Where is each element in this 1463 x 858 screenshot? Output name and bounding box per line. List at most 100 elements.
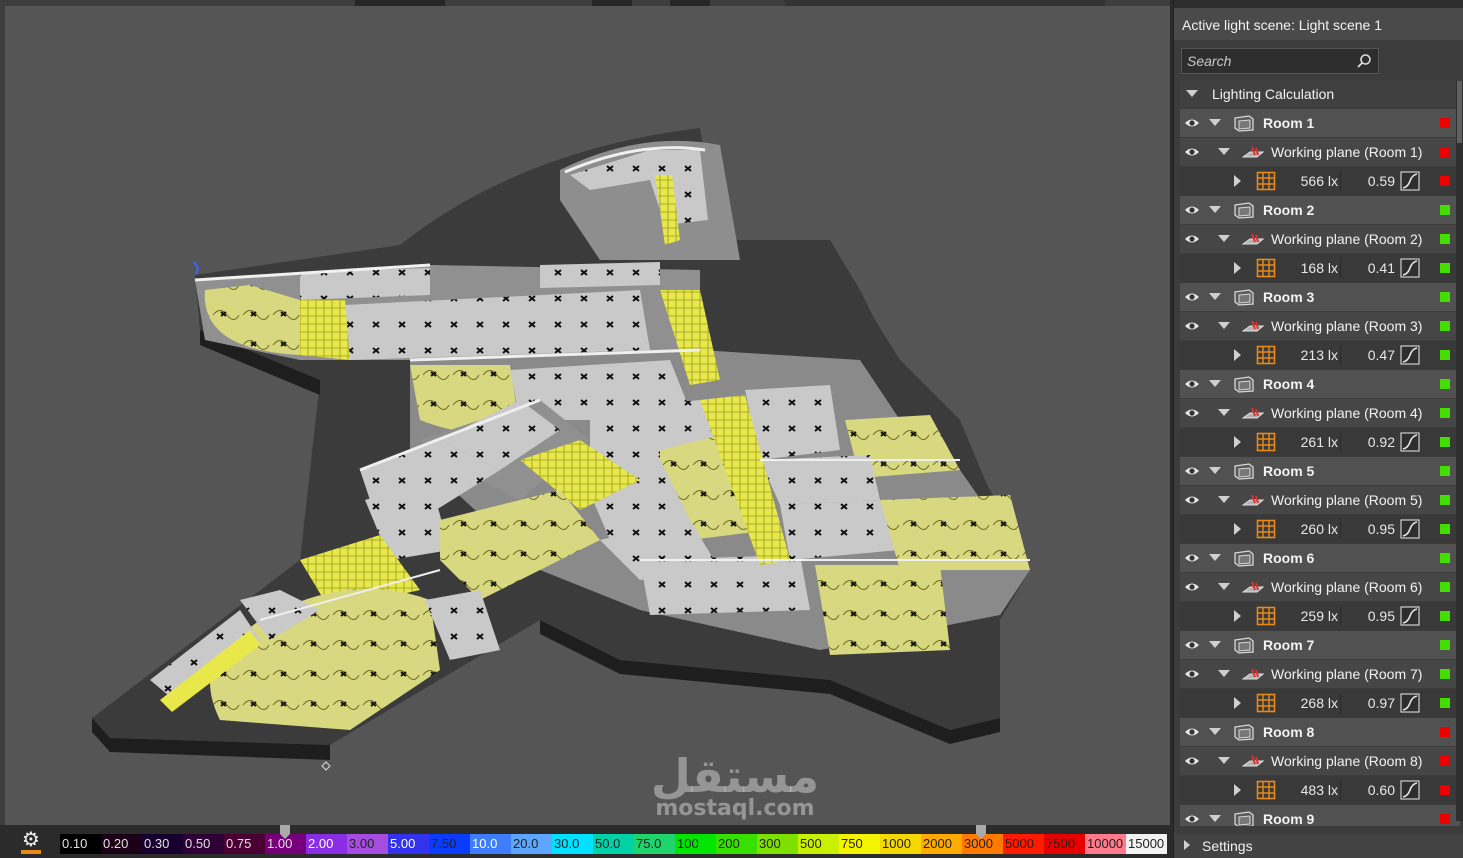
chevron-down-icon[interactable] [1218,583,1230,590]
uniformity-curve-icon[interactable] [1400,519,1420,539]
scale-slider-low-handle[interactable] [280,825,290,839]
scale-cell: 300 [757,834,798,854]
illuminance-scale-bar: ⚙ 0.10 0.20 0.30 0.50 0.75 1.00 2.00 3.00 5.00 7.… [0,825,1170,858]
status-indicator [1440,408,1450,418]
scale-slider-high-handle[interactable] [976,825,986,839]
room-name: Room 5 [1263,463,1315,479]
illuminance-value: 261 lx [1300,434,1338,450]
chevron-down-icon[interactable] [1218,322,1230,329]
chevron-down-icon[interactable] [1218,757,1230,764]
uniformity-curve-icon[interactable] [1400,780,1420,800]
eye-icon[interactable] [1184,117,1200,129]
chevron-right-icon[interactable] [1234,523,1241,535]
tree-item-working-plane[interactable]: Working plane (Room 2) [1180,225,1460,253]
eye-icon[interactable] [1184,552,1200,564]
tree-item-calculation-result[interactable]: 168 lx 0.41 [1180,254,1460,282]
tree-item-working-plane[interactable]: Working plane (Room 4) [1180,399,1460,427]
chevron-down-icon[interactable] [1209,467,1221,474]
tree-item-room[interactable]: Room 3 [1180,283,1460,311]
chevron-down-icon[interactable] [1209,119,1221,126]
chevron-down-icon[interactable] [1218,409,1230,416]
eye-icon[interactable] [1184,726,1200,738]
chevron-right-icon[interactable] [1234,784,1241,796]
eye-icon[interactable] [1184,465,1200,477]
building-floorplan-render[interactable] [0,0,1170,825]
scale-settings-button[interactable]: ⚙ [17,830,45,854]
settings-section-header[interactable]: Settings [1174,834,1463,858]
chevron-down-icon[interactable] [1218,148,1230,155]
chevron-down-icon[interactable] [1209,293,1221,300]
tree-item-room[interactable]: Room 7 [1180,631,1460,659]
eye-icon[interactable] [1184,581,1200,593]
eye-icon[interactable] [1184,407,1200,419]
chevron-down-icon[interactable] [1209,728,1221,735]
tree-item-room[interactable]: Room 8 [1180,718,1460,746]
working-plane-name: Working plane (Room 5) [1271,492,1423,508]
chevron-down-icon[interactable] [1218,670,1230,677]
chevron-right-icon[interactable] [1234,175,1241,187]
chevron-down-icon[interactable] [1186,90,1198,97]
eye-icon[interactable] [1184,233,1200,245]
scale-cell: 3.00 [347,834,388,854]
chevron-down-icon[interactable] [1209,815,1221,822]
calculation-tree: Lighting Calculation Room 1 Working plane… [1174,81,1463,826]
eye-icon[interactable] [1184,204,1200,216]
eye-icon[interactable] [1184,378,1200,390]
tree-item-working-plane[interactable]: Working plane (Room 7) [1180,660,1460,688]
search-box[interactable] [1181,48,1379,74]
status-indicator [1440,727,1450,737]
tree-item-working-plane[interactable]: Working plane (Room 6) [1180,573,1460,601]
uniformity-curve-icon[interactable] [1400,171,1420,191]
search-input[interactable] [1182,49,1352,73]
status-indicator [1440,669,1450,679]
tree-item-working-plane[interactable]: Working plane (Room 5) [1180,486,1460,514]
illuminance-value: 168 lx [1300,260,1338,276]
uniformity-curve-icon[interactable] [1400,606,1420,626]
chevron-right-icon[interactable] [1234,436,1241,448]
status-indicator [1440,147,1450,157]
uniformity-curve-icon[interactable] [1400,345,1420,365]
tree-item-room[interactable]: Room 4 [1180,370,1460,398]
chevron-right-icon[interactable] [1234,262,1241,274]
tree-item-calculation-result[interactable]: 213 lx 0.47 [1180,341,1460,369]
tree-item-working-plane[interactable]: Working plane (Room 8) [1180,747,1460,775]
tree-item-room[interactable]: Room 1 [1180,109,1460,137]
tree-item-calculation-result[interactable]: 566 lx 0.59 [1180,167,1460,195]
chevron-right-icon[interactable] [1234,697,1241,709]
chevron-right-icon[interactable] [1234,610,1241,622]
chevron-down-icon[interactable] [1218,496,1230,503]
tree-item-calculation-result[interactable]: 261 lx 0.92 [1180,428,1460,456]
panel-scrollbar[interactable] [1456,81,1463,821]
chevron-down-icon[interactable] [1209,380,1221,387]
tree-item-room[interactable]: Room 9 [1180,805,1460,826]
tree-item-calculation-result[interactable]: 268 lx 0.97 [1180,689,1460,717]
tree-item-calculation-result[interactable]: 260 lx 0.95 [1180,515,1460,543]
tree-item-calculation-result[interactable]: 259 lx 0.95 [1180,602,1460,630]
chevron-down-icon[interactable] [1209,554,1221,561]
search-icon[interactable] [1356,53,1372,69]
eye-icon[interactable] [1184,146,1200,158]
uniformity-curve-icon[interactable] [1400,432,1420,452]
eye-icon[interactable] [1184,813,1200,825]
chevron-down-icon[interactable] [1209,206,1221,213]
tree-item-working-plane[interactable]: Working plane (Room 1) [1180,138,1460,166]
tree-group-lighting-calculation[interactable]: Lighting Calculation [1180,81,1460,107]
eye-icon[interactable] [1184,291,1200,303]
uniformity-curve-icon[interactable] [1400,693,1420,713]
eye-icon[interactable] [1184,320,1200,332]
uniformity-curve-icon[interactable] [1400,258,1420,278]
chevron-down-icon[interactable] [1218,235,1230,242]
chevron-right-icon[interactable] [1234,349,1241,361]
chevron-down-icon[interactable] [1209,641,1221,648]
eye-icon[interactable] [1184,668,1200,680]
tree-item-room[interactable]: Room 5 [1180,457,1460,485]
tree-item-calculation-result[interactable]: 483 lx 0.60 [1180,776,1460,804]
eye-icon[interactable] [1184,639,1200,651]
eye-icon[interactable] [1184,494,1200,506]
chevron-right-icon[interactable] [1184,840,1190,850]
3d-viewport[interactable]: مستقل mostaql.com [0,0,1170,825]
tree-item-working-plane[interactable]: Working plane (Room 3) [1180,312,1460,340]
tree-item-room[interactable]: Room 6 [1180,544,1460,572]
eye-icon[interactable] [1184,755,1200,767]
tree-item-room[interactable]: Room 2 [1180,196,1460,224]
